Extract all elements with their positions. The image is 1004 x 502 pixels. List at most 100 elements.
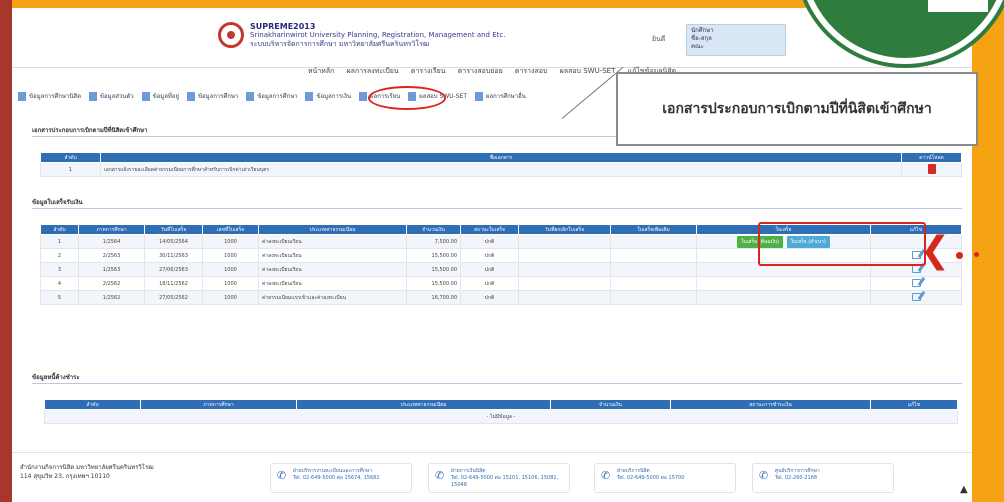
pointer-arrow-icon: ❮	[920, 230, 951, 271]
footer-address: สำนักงานกิจการนิสิต มหาวิทยาลัยศรีนครินท…	[20, 463, 154, 481]
cell: 16,700.00	[406, 290, 461, 305]
cell	[610, 262, 697, 277]
menu-exam-schedule[interactable]: ตารางสอบ	[515, 62, 548, 80]
tab-personal[interactable]: ข้อมูลส่วนตัว	[88, 88, 134, 106]
table-row: 4 2/2562 18/11/2562 1000 ค่าลงทะเบียนเรี…	[40, 276, 962, 291]
receipt-buttons-highlight	[758, 222, 926, 266]
col-header: สถานะใบเสร็จ	[460, 224, 519, 235]
cell: 14/05/2564	[144, 234, 203, 249]
debt-section-title: ข้อมูลหนี้ค้างชำระ	[32, 374, 80, 381]
col-header: ชื่อเอกสาร	[100, 152, 902, 163]
phone-icon: ✆	[435, 469, 445, 482]
cell: 18/11/2562	[144, 276, 203, 291]
footer-line1: สำนักงานกิจการนิสิต มหาวิทยาลัยศรีนครินท…	[20, 464, 154, 471]
cell: ปกติ	[460, 262, 519, 277]
brand-line2: ระบบบริหารจัดการการศึกษา มหาวิทยาลัยศรีน…	[250, 40, 430, 48]
col-header: ประเภทค่าธรรมเนียม	[258, 224, 407, 235]
cell: 15,500.00	[406, 276, 461, 291]
cell: 7,500.00	[406, 234, 461, 249]
col-header: สถานะการชำระเงิน	[670, 399, 871, 410]
col-header: ภาคการศึกษา	[78, 224, 145, 235]
corner-badge-label	[928, 0, 988, 12]
document-table: ลำดับ ชื่อเอกสาร ดาวน์โหลด 1 เอกสารแจ้งร…	[40, 152, 962, 177]
col-header: ลำดับ	[40, 224, 79, 235]
cell	[870, 276, 962, 291]
col-header: วันที่ใบเสร็จ	[144, 224, 203, 235]
cell	[518, 262, 611, 277]
section-divider	[32, 383, 962, 384]
contact-card[interactable]: ✆ ฝ่ายบริหารงานทะเบียนและการศึกษา Tel. 0…	[270, 463, 412, 493]
cell: 3	[40, 262, 79, 277]
cell: 30/11/2563	[144, 248, 203, 263]
edit-icon[interactable]	[911, 292, 921, 301]
cell	[610, 248, 697, 263]
tab-address[interactable]: ข้อมูลที่อยู่	[141, 88, 179, 106]
profile-tabs: ข้อมูลการศึกษานิสิต ข้อมูลส่วนตัว ข้อมูล…	[18, 88, 658, 106]
cell: ค่าลงทะเบียนเรียน	[258, 234, 407, 249]
menu-quiz-schedule[interactable]: ตารางสอบย่อย	[458, 62, 503, 80]
cell: 2/2563	[78, 248, 145, 263]
col-header: จำนวนเงิน	[406, 224, 461, 235]
tab-education[interactable]: ข้อมูลการศึกษานิสิต	[18, 88, 81, 106]
phone-icon: ✆	[601, 469, 611, 482]
contact-card[interactable]: ✆ ศูนย์บริการการศึกษา Tel. 02-260-2168	[752, 463, 894, 493]
payment-section-title: ข้อมูลใบเสร็จรับเงิน	[32, 199, 83, 206]
menu-registration[interactable]: ผลการลงทะเบียน	[347, 62, 399, 80]
footer-line2: 114 สุขุมวิท 23, กรุงเทพฯ 10110	[20, 473, 110, 480]
cell: 1	[40, 162, 101, 177]
cell: ปกติ	[460, 234, 519, 249]
cell	[901, 162, 962, 177]
footer: สำนักงานกิจการนิสิต มหาวิทยาลัยศรีนครินท…	[12, 452, 972, 502]
contact-card[interactable]: ✆ ฝ่ายการเงินนิสิต Tel. 02-649-5000 ต่อ …	[428, 463, 570, 493]
document-icon	[246, 92, 255, 101]
tab-study-2[interactable]: ข้อมูลการศึกษา	[246, 88, 298, 106]
pdf-icon[interactable]	[927, 163, 936, 174]
cell: 1/2564	[78, 234, 145, 249]
col-header: วันที่ยกเลิกใบเสร็จ	[518, 224, 611, 235]
document-icon	[305, 92, 314, 101]
menu-home[interactable]: หน้าหลัก	[308, 62, 334, 80]
cell: 1000	[202, 234, 259, 249]
menu-timetable[interactable]: ตารางเรียน	[411, 62, 446, 80]
phone-icon: ✆	[277, 469, 287, 482]
cell	[696, 290, 871, 305]
cell: 1000	[202, 290, 259, 305]
cell: 1000	[202, 248, 259, 263]
cell: 1	[40, 234, 79, 249]
scroll-up-icon[interactable]: ▲	[960, 484, 968, 495]
menu-swu-set[interactable]: ผลสอบ SWU-SET	[560, 62, 616, 80]
cell: ค่าลงทะเบียนเรียน	[258, 248, 407, 263]
tab-other[interactable]: ผลการศึกษาอื่น	[474, 88, 526, 106]
tab-study[interactable]: ข้อมูลการศึกษา	[186, 88, 238, 106]
cell: 5	[40, 290, 79, 305]
tab-finance[interactable]: ข้อมูลการเงิน	[305, 88, 351, 106]
col-header: ประเภทค่าธรรมเนียม	[296, 399, 551, 410]
brand-title: SUPREME2013	[250, 22, 316, 31]
section-divider	[32, 208, 962, 209]
university-logo[interactable]	[218, 22, 244, 48]
cell	[518, 290, 611, 305]
col-header: แก้ไข	[870, 399, 958, 410]
cell: 15,500.00	[406, 248, 461, 263]
col-header: ภาคการศึกษา	[140, 399, 297, 410]
document-icon	[88, 92, 97, 101]
tab-highlight-circle	[368, 86, 446, 110]
contact-detail: Tel. 02-260-2168	[775, 475, 818, 481]
brand-line1: Srinakharinwirot University Planning, Re…	[250, 31, 506, 39]
cell	[870, 290, 962, 305]
document-icon	[186, 92, 195, 101]
contact-title: ฝ่ายบริหารงานทะเบียนและการศึกษา	[293, 468, 372, 474]
user-line: ชื่อ-สกุล	[691, 35, 712, 42]
cell: ค่าลงทะเบียนเรียน	[258, 262, 407, 277]
pointer-dot	[974, 252, 979, 257]
col-header: เลขที่ใบเสร็จ	[202, 224, 259, 235]
contact-card[interactable]: ✆ ฝ่ายบริการนิสิต Tel. 02-649-5000 ต่อ 1…	[594, 463, 736, 493]
contact-title: ฝ่ายการเงินนิสิต	[451, 468, 486, 474]
contact-detail: Tel. 02-649-5000 ต่อ 15674, 15682	[293, 475, 380, 481]
document-link[interactable]: เอกสารแจ้งรายละเอียดค่าธรรมเนียมการศึกษา…	[100, 162, 902, 177]
table-row: 5 1/2562 27/05/2562 1000 ค่าธรรมเนียมแรก…	[40, 290, 962, 305]
col-header: ลำดับ	[40, 152, 101, 163]
cell: ค่าธรรมเนียมแรกเข้าและค่าลงทะเบียน	[258, 290, 407, 305]
debt-table: ลำดับ ภาคการศึกษา ประเภทค่าธรรมเนียม จำน…	[44, 399, 958, 424]
edit-icon[interactable]	[911, 278, 921, 287]
